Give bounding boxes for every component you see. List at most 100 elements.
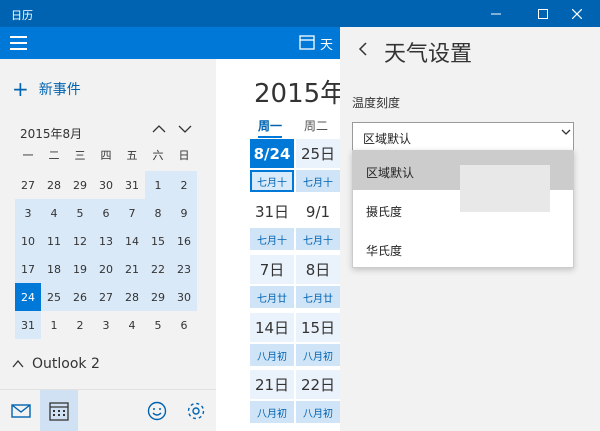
- temperature-scale-label: 温度刻度: [352, 96, 401, 110]
- day-cell-date[interactable]: 25日: [296, 139, 340, 168]
- mini-calendar-day[interactable]: 17: [15, 255, 41, 283]
- weekday-header-mon: 周一: [258, 117, 283, 138]
- day-cell-date[interactable]: 31日: [250, 197, 294, 226]
- chevron-down-icon: [561, 129, 571, 135]
- weekday-label: 三: [74, 149, 86, 162]
- weekday-header-tue: 周二: [304, 119, 329, 133]
- weekday-label: 日: [178, 149, 190, 162]
- day-cell-lunar: 七月十: [296, 170, 340, 192]
- day-cell-date[interactable]: 15日: [296, 313, 340, 342]
- mini-calendar-day[interactable]: 26: [67, 283, 93, 311]
- day-cell-date[interactable]: 21日: [250, 370, 294, 399]
- mini-calendar-day[interactable]: 7: [119, 199, 145, 227]
- mini-calendar-day[interactable]: 22: [145, 255, 171, 283]
- day-cell-date[interactable]: 8日: [296, 255, 340, 284]
- plus-icon: +: [12, 77, 29, 101]
- calendar-day-icon[interactable]: [299, 34, 315, 50]
- gear-icon: [187, 402, 205, 419]
- title-bar: 日历: [0, 0, 600, 27]
- day-cell-date[interactable]: 9/1: [296, 197, 340, 226]
- day-cell-date[interactable]: 8/24: [250, 139, 294, 168]
- chevron-up-icon: [12, 359, 24, 368]
- weekday-label: 五: [126, 149, 138, 162]
- sidebar-bottom-bar: [0, 389, 216, 431]
- mini-calendar-day[interactable]: 31: [15, 311, 41, 339]
- mini-calendar-day[interactable]: 2: [67, 311, 93, 339]
- sidebar: + 新事件 2015年8月 一 二 三 四 五 六 日 27 28 29 30 31 1 2…: [0, 59, 216, 431]
- settings-button[interactable]: [177, 390, 215, 431]
- mini-calendar-day[interactable]: 16: [171, 227, 197, 255]
- mini-calendar-day[interactable]: 4: [41, 199, 67, 227]
- mini-calendar-day[interactable]: 21: [119, 255, 145, 283]
- chevron-down-icon[interactable]: [178, 122, 192, 136]
- mini-calendar-day[interactable]: 5: [67, 199, 93, 227]
- mini-calendar-day[interactable]: 27: [93, 283, 119, 311]
- mini-calendar-grid: 27 28 29 30 31 1 2 3 4 5 6 7 8 9 10 11 12 13 14 15 16 17 18 19 2…: [15, 171, 197, 339]
- mini-calendar-day[interactable]: 10: [15, 227, 41, 255]
- maximize-icon: [538, 8, 548, 19]
- calendar-icon: [49, 401, 69, 421]
- feedback-button[interactable]: [138, 390, 176, 431]
- redacted-region: [460, 165, 550, 212]
- day-cell-lunar: 七月十: [250, 228, 294, 250]
- day-cell-date[interactable]: 14日: [250, 313, 294, 342]
- minimize-button[interactable]: [473, 0, 519, 27]
- weekday-label: 一: [22, 149, 34, 162]
- mini-calendar-day[interactable]: 13: [93, 227, 119, 255]
- mini-calendar-day[interactable]: 2: [171, 171, 197, 199]
- mini-calendar-day[interactable]: 29: [67, 171, 93, 199]
- minimize-icon: [491, 13, 501, 14]
- temperature-scale-select[interactable]: 区域默认: [352, 122, 574, 152]
- mini-calendar-day[interactable]: 1: [41, 311, 67, 339]
- hamburger-menu-icon[interactable]: [10, 36, 27, 50]
- calendar-button[interactable]: [40, 390, 78, 431]
- account-outlook[interactable]: Outlook 2: [12, 356, 100, 372]
- mini-calendar-day[interactable]: 31: [119, 171, 145, 199]
- mini-calendar-day[interactable]: 25: [41, 283, 67, 311]
- day-cell-date[interactable]: 7日: [250, 255, 294, 284]
- mini-calendar-day[interactable]: 12: [67, 227, 93, 255]
- view-label[interactable]: 天: [320, 34, 333, 53]
- mini-calendar-day[interactable]: 14: [119, 227, 145, 255]
- mini-calendar-day[interactable]: 30: [171, 283, 197, 311]
- mini-calendar-day[interactable]: 28: [41, 171, 67, 199]
- mini-calendar-day[interactable]: 30: [93, 171, 119, 199]
- mini-calendar-day[interactable]: 11: [41, 227, 67, 255]
- page-title: 2015年8月: [254, 79, 340, 109]
- mail-icon: [11, 403, 31, 418]
- mini-calendar-day[interactable]: 28: [119, 283, 145, 311]
- mini-calendar-day[interactable]: 6: [171, 311, 197, 339]
- mini-calendar-day[interactable]: 1: [145, 171, 171, 199]
- weekday-label: 二: [48, 149, 60, 162]
- mini-calendar-day[interactable]: 18: [41, 255, 67, 283]
- mail-button[interactable]: [2, 390, 40, 431]
- mini-calendar-day[interactable]: 4: [119, 311, 145, 339]
- day-cell-lunar: 八月初: [296, 401, 340, 423]
- mini-calendar-day[interactable]: 9: [171, 199, 197, 227]
- mini-calendar-day[interactable]: 8: [145, 199, 171, 227]
- mini-calendar-day[interactable]: 19: [67, 255, 93, 283]
- mini-calendar-day[interactable]: 6: [93, 199, 119, 227]
- mini-calendar-day[interactable]: 5: [145, 311, 171, 339]
- mini-calendar-weekdays: 一 二 三 四 五 六 日: [15, 147, 198, 163]
- mini-calendar-day[interactable]: 23: [171, 255, 197, 283]
- mini-calendar-day[interactable]: 24: [15, 283, 41, 311]
- weekday-label: 四: [100, 149, 112, 162]
- weather-settings-panel: 天气设置 温度刻度 区域默认 区域默认 摄氏度 华氏度: [340, 27, 600, 431]
- mini-calendar-day[interactable]: 29: [145, 283, 171, 311]
- mini-calendar-day[interactable]: 3: [93, 311, 119, 339]
- chevron-up-icon[interactable]: [152, 122, 166, 136]
- close-button[interactable]: [554, 0, 600, 27]
- mini-calendar-day[interactable]: 15: [145, 227, 171, 255]
- back-arrow-icon[interactable]: [358, 42, 368, 56]
- mini-calendar-day[interactable]: 27: [15, 171, 41, 199]
- account-label: Outlook 2: [32, 356, 100, 372]
- day-cell-date[interactable]: 22日: [296, 370, 340, 399]
- new-event-button[interactable]: + 新事件: [12, 79, 81, 99]
- top-bar: 天: [0, 27, 340, 59]
- mini-calendar-day[interactable]: 20: [93, 255, 119, 283]
- option-fahrenheit[interactable]: 华氏度: [353, 229, 573, 268]
- new-event-label: 新事件: [38, 82, 81, 98]
- day-cell-lunar: 八月初: [250, 401, 294, 423]
- mini-calendar-day[interactable]: 3: [15, 199, 41, 227]
